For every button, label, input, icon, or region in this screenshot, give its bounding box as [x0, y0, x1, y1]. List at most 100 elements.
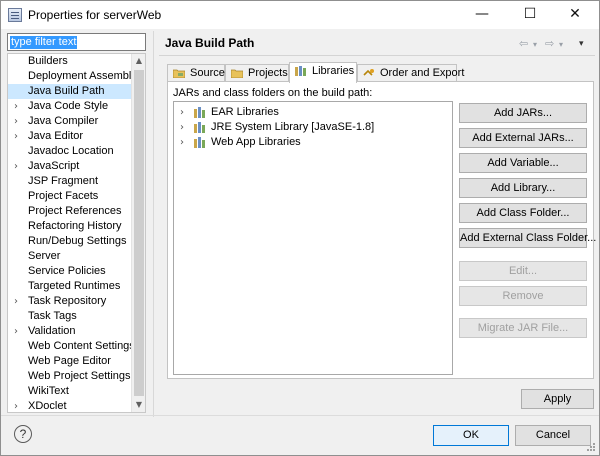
- tree-item-label: JSP Fragment: [28, 175, 99, 187]
- tree-item-javascript[interactable]: › JavaScript: [8, 159, 133, 174]
- library-list[interactable]: › EAR Libraries › JRE System Library [JavaS…: [173, 101, 453, 375]
- filter-input-text: type filter text: [10, 36, 78, 49]
- tree-item-java-code-style[interactable]: › Java Code Style: [8, 99, 133, 114]
- tree-item-task-tags[interactable]: Task Tags: [8, 309, 133, 324]
- tree-item-xdoclet[interactable]: › XDoclet: [8, 399, 133, 412]
- expand-chevron-icon[interactable]: ›: [180, 105, 188, 120]
- tree-item-server[interactable]: Server: [8, 249, 133, 264]
- add-external-class-folder-button[interactable]: Add External Class Folder...: [459, 228, 596, 248]
- tab-projects-label: Projects: [248, 67, 288, 79]
- tree-item-refactoring-history[interactable]: Refactoring History: [8, 219, 133, 234]
- forward-menu-chevron-icon[interactable]: ▾: [559, 40, 563, 49]
- tree-item-label: Web Content Settings: [28, 340, 135, 352]
- close-button[interactable]: ✕: [552, 1, 598, 29]
- back-arrow-icon[interactable]: ⇦: [519, 37, 528, 50]
- add-external-jars-button[interactable]: Add External JARs...: [459, 128, 587, 148]
- tree-scrollbar[interactable]: ▲ ▼: [131, 54, 145, 412]
- tree-item-java-build-path[interactable]: Java Build Path: [8, 84, 133, 99]
- maximize-button[interactable]: ☐: [507, 1, 553, 29]
- minimize-button[interactable]: —: [459, 1, 505, 29]
- add-class-folder-button[interactable]: Add Class Folder...: [459, 203, 587, 223]
- tree-item-project-facets[interactable]: Project Facets: [8, 189, 133, 204]
- help-icon[interactable]: ?: [14, 425, 32, 443]
- tree-item-web-project-settings[interactable]: Web Project Settings: [8, 369, 133, 384]
- resize-grip-icon[interactable]: [586, 442, 596, 452]
- panel-divider[interactable]: [153, 31, 154, 417]
- ok-button[interactable]: OK: [433, 425, 509, 446]
- expand-chevron-icon[interactable]: ›: [14, 399, 22, 412]
- properties-dialog: Properties for serverWeb — ☐ ✕ type filt…: [0, 0, 600, 456]
- property-page-tree[interactable]: Builders Deployment Assembly Java Build Pa…: [7, 53, 146, 413]
- remove-button[interactable]: Remove: [459, 286, 587, 306]
- view-menu-icon[interactable]: ▾: [579, 39, 584, 49]
- tree-item-label: Server: [28, 250, 61, 262]
- tree-item-label: Task Tags: [28, 310, 77, 322]
- tree-item-service-policies[interactable]: Service Policies: [8, 264, 133, 279]
- tab-projects[interactable]: Projects: [225, 64, 289, 82]
- tab-order-and-export[interactable]: Order and Export: [357, 64, 464, 82]
- tree-item-label: Deployment Assembly: [28, 70, 137, 82]
- header-separator: [159, 55, 595, 56]
- tree-item-wikitext[interactable]: WikiText: [8, 384, 133, 399]
- add-library-button[interactable]: Add Library...: [459, 178, 587, 198]
- tree-item-web-page-editor[interactable]: Web Page Editor: [8, 354, 133, 369]
- apply-button[interactable]: Apply: [521, 389, 594, 409]
- add-variable-button[interactable]: Add Variable...: [459, 153, 587, 173]
- tab-source-label: Source: [190, 67, 225, 79]
- scroll-down-arrow-icon[interactable]: ▼: [132, 398, 145, 412]
- tree-item-label: JavaScript: [28, 160, 80, 172]
- expand-chevron-icon[interactable]: ›: [14, 324, 22, 339]
- back-menu-chevron-icon[interactable]: ▾: [533, 40, 537, 49]
- tree-item-label: Builders: [28, 55, 68, 67]
- libraries-icon: [295, 66, 306, 76]
- tree-item-jsp-fragment[interactable]: JSP Fragment: [8, 174, 133, 189]
- scroll-thumb[interactable]: [134, 70, 144, 396]
- tree-item-label: Task Repository: [28, 295, 107, 307]
- expand-chevron-icon[interactable]: ›: [14, 294, 22, 309]
- expand-chevron-icon[interactable]: ›: [14, 129, 22, 144]
- library-icon: [194, 107, 205, 118]
- tree-item-label: Service Policies: [28, 265, 106, 277]
- scroll-up-arrow-icon[interactable]: ▲: [132, 54, 145, 68]
- tab-order-and-export-label: Order and Export: [380, 67, 465, 79]
- expand-chevron-icon[interactable]: ›: [14, 114, 22, 129]
- tree-item-label: XDoclet: [28, 400, 67, 412]
- expand-chevron-icon[interactable]: ›: [180, 120, 188, 135]
- tree-item-validation[interactable]: › Validation: [8, 324, 133, 339]
- add-jars-button[interactable]: Add JARs...: [459, 103, 587, 123]
- filter-input[interactable]: type filter text: [7, 33, 146, 51]
- tree-item-label: Javadoc Location: [28, 145, 114, 157]
- library-item-label: JRE System Library [JavaSE-1.8]: [211, 121, 375, 133]
- tree-item-label: Project References: [28, 205, 122, 217]
- edit-button[interactable]: Edit...: [459, 261, 587, 281]
- cancel-button[interactable]: Cancel: [515, 425, 591, 446]
- forward-arrow-icon[interactable]: ⇨: [545, 37, 554, 50]
- tree-item-label: Java Build Path: [28, 85, 105, 97]
- tree-item-project-references[interactable]: Project References: [8, 204, 133, 219]
- tree-item-builders[interactable]: Builders: [8, 54, 133, 69]
- tab-libraries[interactable]: Libraries: [289, 62, 357, 83]
- tree-item-targeted-runtimes[interactable]: Targeted Runtimes: [8, 279, 133, 294]
- library-item-label: EAR Libraries: [211, 106, 279, 118]
- tab-source[interactable]: Source: [167, 64, 225, 82]
- projects-folder-icon: [231, 69, 243, 78]
- tree-item-label: WikiText: [28, 385, 69, 397]
- tree-item-java-editor[interactable]: › Java Editor: [8, 129, 133, 144]
- migrate-jar-file-button[interactable]: Migrate JAR File...: [459, 318, 587, 338]
- expand-chevron-icon[interactable]: ›: [14, 159, 22, 174]
- tree-item-run-debug-settings[interactable]: Run/Debug Settings: [8, 234, 133, 249]
- tree-item-task-repository[interactable]: › Task Repository: [8, 294, 133, 309]
- tree-item-java-compiler[interactable]: › Java Compiler: [8, 114, 133, 129]
- tree-item-web-content-settings[interactable]: Web Content Settings: [8, 339, 135, 354]
- tree-item-label: Project Facets: [28, 190, 99, 202]
- page-title: Java Build Path: [165, 36, 255, 50]
- library-icon: [194, 137, 205, 148]
- tree-item-label: Targeted Runtimes: [28, 280, 121, 292]
- expand-chevron-icon[interactable]: ›: [14, 99, 22, 114]
- title-bar: Properties for serverWeb — ☐ ✕: [1, 1, 599, 29]
- footer-separator: [1, 415, 599, 416]
- expand-chevron-icon[interactable]: ›: [180, 135, 188, 150]
- tree-item-javadoc-location[interactable]: Javadoc Location: [8, 144, 133, 159]
- properties-icon: [8, 8, 22, 22]
- tree-item-deployment-assembly[interactable]: Deployment Assembly: [8, 69, 137, 84]
